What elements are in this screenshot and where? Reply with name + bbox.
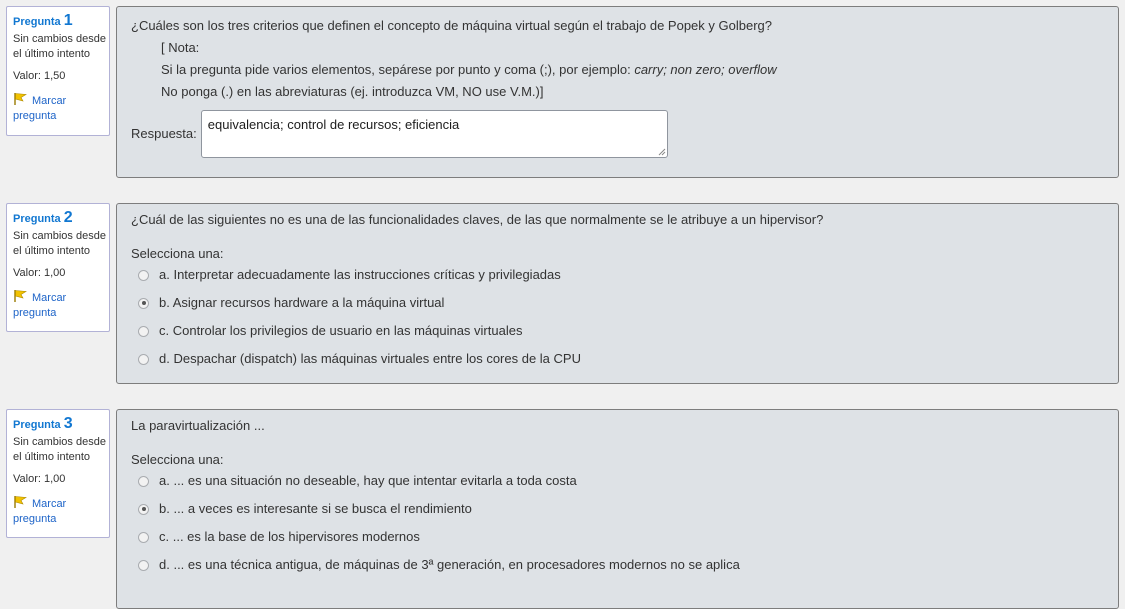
radio-button[interactable]	[138, 269, 149, 281]
question-number-value: 3	[63, 415, 73, 432]
question-number-2: Pregunta 2	[13, 210, 109, 227]
flag-question-link[interactable]: Marcar pregunta	[13, 496, 109, 527]
question-number-value: 2	[63, 209, 73, 226]
note-line-2: No ponga (.) en las abreviaturas (ej. in…	[161, 84, 544, 99]
answer-row: Respuesta: equivalencia; control de recu…	[131, 110, 1104, 158]
question-grade: Valor: 1,50	[13, 70, 66, 82]
note-line-1: Si la pregunta pide varios elementos, se…	[161, 59, 1104, 81]
flag-icon	[14, 93, 27, 105]
question-content-1: ¿Cuáles son los tres criterios que defin…	[116, 6, 1119, 178]
option-label: b. Asignar recursos hardware a la máquin…	[159, 295, 445, 310]
question-info-1: Pregunta 1 Sin cambios desde el último i…	[6, 6, 110, 136]
question-info-2: Pregunta 2 Sin cambios desde el último i…	[6, 203, 110, 332]
radio-button-selected[interactable]	[138, 297, 149, 309]
option-d[interactable]: d. ... es una técnica antigua, de máquin…	[138, 551, 1104, 579]
radio-button[interactable]	[138, 353, 149, 365]
option-b[interactable]: b. ... a veces es interesante si se busc…	[138, 495, 1104, 523]
question-label: Pregunta	[13, 16, 61, 28]
question-number-value: 1	[63, 12, 73, 29]
question-grade: Valor: 1,00	[13, 473, 66, 485]
answer-value: equivalencia; control de recursos; efici…	[207, 117, 460, 132]
answer-label: Respuesta:	[131, 126, 197, 141]
question-state: Sin cambios desde el último intento	[13, 230, 106, 257]
option-label: d. Despachar (dispatch) las máquinas vir…	[159, 351, 581, 366]
question-text: ¿Cuáles son los tres criterios que defin…	[131, 18, 772, 33]
note-open: [ Nota:	[161, 40, 200, 55]
question-text: ¿Cuál de las siguientes no es una de las…	[131, 212, 824, 227]
option-c[interactable]: c. Controlar los privilegios de usuario …	[138, 317, 1104, 345]
question-content-2: ¿Cuál de las siguientes no es una de las…	[116, 203, 1119, 384]
option-a[interactable]: a. Interpretar adecuadamente las instruc…	[138, 261, 1104, 289]
option-label: a. ... es una situación no deseable, hay…	[159, 473, 577, 488]
question-label: Pregunta	[13, 213, 61, 225]
option-label: b. ... a veces es interesante si se busc…	[159, 501, 472, 516]
question-state: Sin cambios desde el último intento	[13, 436, 106, 463]
option-label: d. ... es una técnica antigua, de máquin…	[159, 557, 740, 572]
resize-grip-icon[interactable]	[658, 148, 666, 156]
radio-button[interactable]	[138, 531, 149, 543]
question-grade: Valor: 1,00	[13, 267, 66, 279]
radio-button-selected[interactable]	[138, 503, 149, 515]
radio-button[interactable]	[138, 475, 149, 487]
question-content-3: La paravirtualización ... Selecciona una…	[116, 409, 1119, 609]
option-d[interactable]: d. Despachar (dispatch) las máquinas vir…	[138, 345, 1104, 373]
option-c[interactable]: c. ... es la base de los hipervisores mo…	[138, 523, 1104, 551]
option-label: c. Controlar los privilegios de usuario …	[159, 323, 523, 338]
radio-button[interactable]	[138, 325, 149, 337]
flag-icon	[14, 496, 27, 508]
question-text: La paravirtualización ...	[131, 418, 265, 433]
flag-question-link[interactable]: Marcar pregunta	[13, 290, 109, 321]
flag-icon	[14, 290, 27, 302]
note-example: carry; non zero; overflow	[634, 62, 777, 77]
radio-button[interactable]	[138, 559, 149, 571]
question-number-1: Pregunta 1	[13, 13, 109, 30]
option-a[interactable]: a. ... es una situación no deseable, hay…	[138, 467, 1104, 495]
answer-textarea[interactable]: equivalencia; control de recursos; efici…	[200, 110, 668, 158]
option-label: c. ... es la base de los hipervisores mo…	[159, 529, 420, 544]
option-label: a. Interpretar adecuadamente las instruc…	[159, 267, 561, 282]
option-b[interactable]: b. Asignar recursos hardware a la máquin…	[138, 289, 1104, 317]
question-label: Pregunta	[13, 419, 61, 431]
question-state: Sin cambios desde el último intento	[13, 33, 106, 60]
question-number-3: Pregunta 3	[13, 416, 109, 433]
note-line-1-text: Si la pregunta pide varios elementos, se…	[161, 62, 635, 77]
question-info-3: Pregunta 3 Sin cambios desde el último i…	[6, 409, 110, 538]
flag-question-link[interactable]: Marcar pregunta	[13, 93, 109, 124]
